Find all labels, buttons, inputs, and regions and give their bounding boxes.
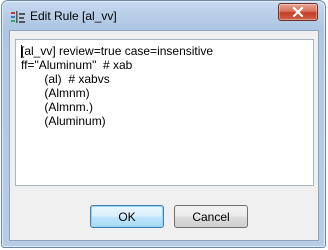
close-button[interactable] <box>278 3 318 21</box>
window-title: Edit Rule [al_vv] <box>30 9 117 23</box>
editor-line: (Almnm.) <box>21 100 93 114</box>
title-bar[interactable]: Edit Rule [al_vv] <box>2 1 325 31</box>
ok-button[interactable]: OK <box>90 205 164 228</box>
editor-line: (Aluminum) <box>21 114 106 128</box>
rule-text-editor[interactable]: [al_vv] review=true case=insensitive ff=… <box>15 39 314 186</box>
editor-line: (al) # xabvs <box>21 72 110 86</box>
text-caret <box>21 45 22 58</box>
editor-line: ff="Aluminum" # xab <box>21 58 133 72</box>
close-icon <box>292 7 304 17</box>
editor-line: (Almnm) <box>21 86 90 100</box>
app-icon <box>10 9 26 25</box>
cancel-button[interactable]: Cancel <box>174 205 248 228</box>
edit-rule-dialog: Edit Rule [al_vv] [al_vv] review=true ca… <box>1 0 326 248</box>
dialog-body: [al_vv] review=true case=insensitive ff=… <box>9 30 319 241</box>
editor-line: [al_vv] review=true case=insensitive <box>21 44 214 58</box>
